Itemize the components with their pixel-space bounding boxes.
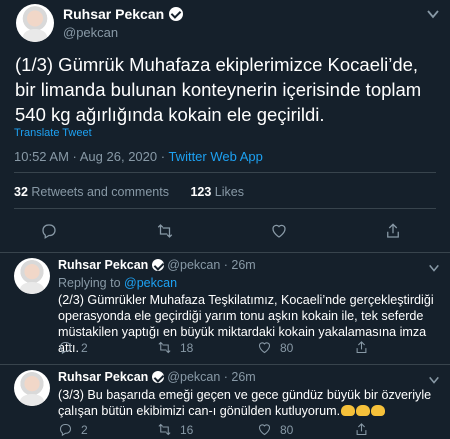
like-icon [272, 224, 286, 238]
reply-text: (2/3) Gümrükler Muhafaza Teşkilatımız, K… [58, 293, 434, 355]
reply-header: Ruhsar Pekcan @pekcan · 26m [58, 258, 256, 272]
retweet-icon [158, 423, 171, 436]
replying-to: Replying to @pekcan [58, 276, 178, 290]
divider [0, 252, 450, 253]
like-button[interactable]: 80 [257, 422, 293, 437]
translate-tweet-link[interactable]: Translate Tweet [14, 127, 92, 139]
tweet-text: (1/3) Gümrük Muhafaza ekiplerimizce Koca… [15, 54, 422, 125]
retweet-button[interactable]: 18 [157, 340, 193, 355]
reply-icon [59, 423, 72, 437]
clap-emoji-icon [340, 404, 386, 418]
share-button[interactable] [354, 340, 369, 355]
like-icon [258, 342, 271, 354]
chevron-down-icon[interactable] [426, 7, 440, 21]
reply-author-name[interactable]: Ruhsar Pekcan [58, 370, 148, 384]
verified-icon [151, 371, 164, 383]
author-name[interactable]: Ruhsar Pekcan [63, 6, 164, 22]
author-header: Ruhsar Pekcan [63, 6, 183, 24]
author-handle[interactable]: @pekcan [63, 25, 118, 40]
retweet-button[interactable] [156, 222, 174, 240]
retweets-stat[interactable]: 32 Retweets and comments [14, 185, 169, 199]
like-icon [258, 424, 271, 436]
reply-author-name[interactable]: Ruhsar Pekcan [58, 258, 148, 272]
share-icon [356, 341, 367, 354]
like-button[interactable] [270, 222, 288, 240]
reply-icon [42, 224, 56, 239]
reply-text: (3/3) Bu başarıda emeği geçen ve gece gü… [58, 388, 432, 418]
reply-avatar[interactable] [14, 258, 50, 294]
retweet-icon [158, 341, 171, 354]
divider [14, 208, 436, 209]
reply-button[interactable]: 2 [58, 422, 88, 437]
retweet-button[interactable]: 16 [157, 422, 193, 437]
like-button[interactable]: 80 [257, 340, 293, 355]
reply-meta[interactable]: @pekcan · 26m [167, 258, 255, 272]
divider [0, 364, 450, 365]
tweet-source-link[interactable]: Twitter Web App [168, 149, 262, 164]
reply-avatar[interactable] [14, 370, 50, 406]
likes-stat[interactable]: 123 Likes [190, 185, 244, 199]
chevron-down-icon[interactable] [428, 373, 440, 385]
reply-button[interactable] [40, 222, 58, 240]
share-button[interactable] [384, 222, 402, 240]
tweet-stats: 32 Retweets and comments 123 Likes [14, 185, 244, 199]
share-icon [356, 423, 367, 436]
chevron-down-icon[interactable] [428, 261, 440, 273]
share-icon [387, 223, 399, 238]
retweet-icon [157, 224, 173, 238]
tweet-timestamp[interactable]: 10:52 AM · Aug 26, 2020 · [14, 149, 165, 164]
reply-header: Ruhsar Pekcan @pekcan · 26m [58, 370, 256, 384]
verified-icon [151, 259, 164, 271]
replying-to-handle[interactable]: @pekcan [124, 276, 177, 290]
verified-icon [168, 7, 183, 21]
reply-icon [59, 341, 72, 355]
share-button[interactable] [354, 422, 369, 437]
reply-button[interactable]: 2 [58, 340, 88, 355]
divider [14, 172, 436, 173]
author-avatar[interactable] [16, 4, 54, 42]
reply-meta[interactable]: @pekcan · 26m [167, 370, 255, 384]
